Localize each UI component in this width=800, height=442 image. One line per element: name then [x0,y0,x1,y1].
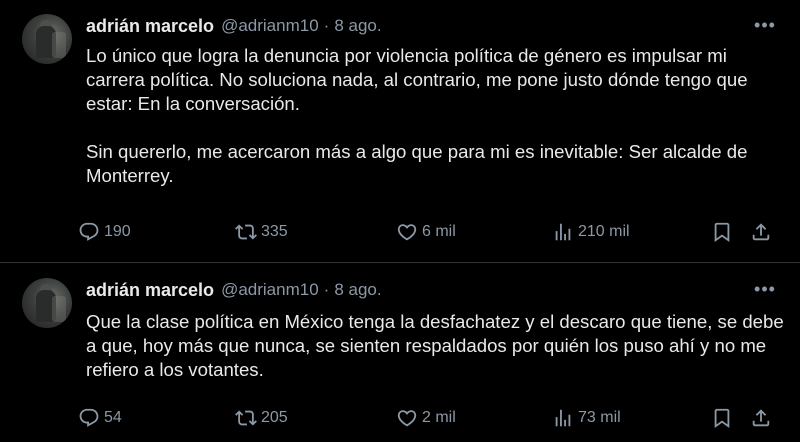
avatar[interactable] [22,14,72,64]
retweet-icon [235,224,257,240]
heart-icon [397,410,417,427]
reply-button[interactable]: 54 [78,403,122,433]
share-button[interactable] [750,217,772,247]
separator-dot: · [323,16,330,35]
retweet-button[interactable]: 205 [235,403,288,433]
author-name[interactable]: adrián marcelo [86,280,214,301]
tweet-header: adrián marcelo @adrianm10 · 8 ago. [86,14,382,38]
tweet-text: Lo único que logra la denuncia por viole… [86,44,786,188]
tweet-paragraph: Que la clase política en México tenga la… [86,311,784,380]
more-options-icon[interactable]: ••• [754,14,776,36]
author-name[interactable]: adrián marcelo [86,16,214,37]
tweet-text: Que la clase política en México tenga la… [86,310,786,382]
reply-icon [79,222,99,241]
share-button[interactable] [750,403,772,433]
bookmark-button[interactable] [711,217,733,247]
share-icon [752,223,770,241]
bookmark-icon [714,408,730,429]
like-button[interactable]: 2 mil [396,403,456,433]
tweet-paragraph: Lo único que logra la denuncia por viole… [86,45,748,114]
views-button[interactable]: 73 mil [552,403,621,433]
retweet-count: 205 [261,409,288,426]
tweet-actions: 54 205 2 mil 73 mil [78,403,778,433]
author-handle[interactable]: @adrianm10 [221,16,319,36]
separator-dot: · [323,280,330,299]
author-handle[interactable]: @adrianm10 [221,280,319,300]
like-count: 2 mil [422,409,456,426]
bookmark-button[interactable] [711,403,733,433]
tweet-actions: 190 335 6 mil 210 mil [78,217,778,247]
views-button[interactable]: 210 mil [552,217,630,247]
like-button[interactable]: 6 mil [396,217,456,247]
reply-count: 190 [104,223,131,240]
tweet-header: adrián marcelo @adrianm10 · 8 ago. [86,278,382,302]
analytics-icon [555,409,571,427]
like-count: 6 mil [422,223,456,240]
views-count: 73 mil [578,409,621,426]
retweet-count: 335 [261,223,288,240]
reply-count: 54 [104,409,122,426]
retweet-button[interactable]: 335 [235,217,288,247]
tweet-divider [0,262,800,263]
tweet-date[interactable]: 8 ago. [334,280,381,300]
avatar[interactable] [22,278,72,328]
reply-button[interactable]: 190 [78,217,131,247]
reply-icon [79,408,99,427]
tweet-date[interactable]: 8 ago. [334,16,381,36]
share-icon [752,409,770,427]
bookmark-icon [714,222,730,243]
more-options-icon[interactable]: ••• [754,278,776,300]
tweet-paragraph: Sin quererlo, me acercaron más a algo qu… [86,141,748,186]
retweet-icon [235,410,257,426]
heart-icon [397,224,417,241]
tweet-card[interactable]: adrián marcelo @adrianm10 · 8 ago. ••• Q… [0,264,800,442]
analytics-icon [555,223,571,241]
views-count: 210 mil [578,223,630,240]
tweet-card[interactable]: adrián marcelo @adrianm10 · 8 ago. ••• L… [0,0,800,263]
